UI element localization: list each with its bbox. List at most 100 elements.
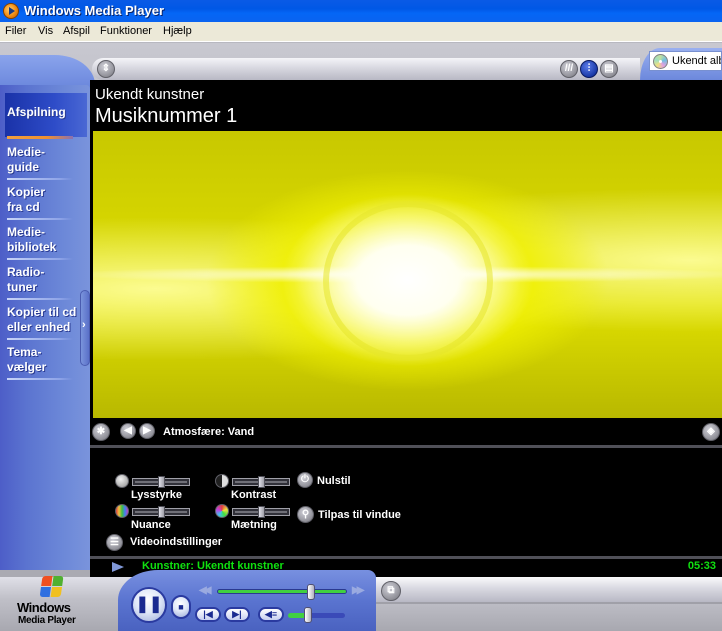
- equalizer-button[interactable]: ⫶: [580, 60, 598, 78]
- title-bar: Windows Media Player: [0, 0, 722, 22]
- window-title: Windows Media Player: [24, 3, 165, 18]
- fit-to-window-label[interactable]: Tilpas til vindue: [318, 509, 401, 521]
- windows-media-player-logo: Windows Media Player: [14, 572, 84, 630]
- reset-button[interactable]: ⏻: [297, 472, 313, 488]
- pause-button[interactable]: ❚❚: [131, 587, 167, 623]
- track-title: Musiknummer 1: [95, 105, 238, 127]
- next-visualization-button[interactable]: ▶: [139, 423, 155, 439]
- saturation-label: Mætning: [231, 519, 277, 531]
- rewind-icon[interactable]: ◀◀: [199, 585, 212, 596]
- fit-to-window-button[interactable]: ⚲: [297, 506, 314, 523]
- brightness-icon: [115, 474, 129, 488]
- taskbar-item-temavaelger[interactable]: Tema- vælger: [7, 345, 83, 375]
- menu-bar: Filer Vis Afspil Funktioner Hjælp: [0, 22, 722, 42]
- mute-button[interactable]: ◀≡: [258, 607, 284, 622]
- wmp-window: Windows Media Player Filer Vis Afspil Fu…: [0, 0, 722, 631]
- active-item-underline: [7, 136, 73, 139]
- divider: [90, 445, 722, 448]
- stop-icon: ■: [178, 602, 184, 612]
- taskbar-separator: [7, 218, 73, 220]
- contrast-label: Kontrast: [231, 489, 277, 501]
- logo-line-1: Windows: [17, 600, 71, 615]
- play-indicator-icon: [112, 562, 124, 572]
- chevron-right-icon: ›: [82, 319, 86, 331]
- previous-track-button[interactable]: |◀: [195, 607, 221, 622]
- saturation-icon: [215, 504, 229, 518]
- equalizer-icon: ⫶: [587, 63, 591, 74]
- hue-icon: [115, 504, 129, 518]
- contrast-icon: [215, 474, 229, 488]
- playlist-current: Ukendt album: [672, 55, 721, 67]
- list-icon: ☰: [110, 537, 119, 548]
- cd-icon: [653, 54, 668, 69]
- document-icon: ▤: [604, 63, 614, 74]
- previous-visualization-button[interactable]: ◀: [120, 423, 136, 439]
- windows-flag-icon: [39, 576, 64, 598]
- pause-icon: ❚❚: [135, 596, 163, 613]
- artist-name: Ukendt kunstner: [95, 86, 205, 103]
- taskbar-collapse-handle[interactable]: ›: [80, 290, 90, 366]
- fullscreen-icon: ◈: [707, 426, 715, 437]
- playlist-selector[interactable]: Ukendt album: [649, 51, 722, 71]
- compact-mode-icon: ⧉: [387, 585, 395, 596]
- taskbar-separator: [7, 338, 73, 340]
- menu-afspil[interactable]: Afspil: [63, 25, 90, 37]
- skip-forward-icon: ▶|: [232, 609, 242, 619]
- feature-taskbar: Afspilning Medie- guide Kopier fra cd Me…: [0, 85, 90, 570]
- volume-slider[interactable]: [288, 607, 345, 623]
- next-track-button[interactable]: ▶|: [224, 607, 250, 622]
- logo-line-2: Media Player: [18, 615, 76, 626]
- menu-hjaelp[interactable]: Hjælp: [163, 25, 192, 37]
- taskbar-item-mediebibliotek[interactable]: Medie- bibliotek: [7, 225, 83, 255]
- elapsed-time[interactable]: 05:33: [688, 560, 716, 572]
- stop-button[interactable]: ■: [171, 595, 191, 619]
- reset-label[interactable]: Nulstil: [317, 475, 351, 487]
- taskbar-item-radiotuner[interactable]: Radio- tuner: [7, 265, 83, 295]
- menu-vis[interactable]: Vis: [38, 25, 53, 37]
- visualization-bar: ✱ ◀ ▶ Atmosfære: Vand ◈: [90, 420, 722, 448]
- menu-filer[interactable]: Filer: [5, 25, 26, 37]
- seek-bar[interactable]: [217, 584, 347, 600]
- taskbar-item-afspilning[interactable]: Afspilning: [7, 105, 83, 120]
- saturation-slider[interactable]: [232, 506, 290, 518]
- up-down-arrows-icon: ⇕: [101, 63, 111, 74]
- visualization-display[interactable]: [93, 131, 722, 418]
- hue-slider[interactable]: [132, 506, 190, 518]
- volume-thumb[interactable]: [304, 607, 312, 623]
- wmp-app-icon[interactable]: [3, 3, 19, 19]
- seek-thumb[interactable]: [307, 584, 315, 600]
- taskbar-item-kopier-til-cd[interactable]: Kopier til cd eller enhed: [7, 305, 83, 335]
- asterisk-icon: ✱: [96, 426, 106, 437]
- bottom-rail: ⧉: [376, 577, 722, 604]
- brightness-slider-thumb[interactable]: [158, 476, 165, 488]
- taskbar-separator: [7, 298, 73, 300]
- contrast-slider[interactable]: [232, 476, 290, 488]
- magnifier-icon: ⚲: [301, 509, 310, 520]
- saturation-slider-thumb[interactable]: [258, 506, 265, 518]
- full-screen-button[interactable]: ◈: [702, 423, 720, 441]
- speaker-icon: ◀≡: [264, 609, 278, 619]
- taskbar-separator: [7, 178, 73, 180]
- taskbar-item-medieguide[interactable]: Medie- guide: [7, 145, 83, 175]
- divider: [90, 556, 722, 559]
- menu-funktioner[interactable]: Funktioner: [100, 25, 152, 37]
- select-visualization-button[interactable]: ✱: [92, 423, 110, 441]
- triangle-left-icon: ◀: [124, 425, 132, 436]
- video-settings-menu-button[interactable]: ☰: [106, 534, 123, 551]
- contrast-slider-thumb[interactable]: [258, 476, 265, 488]
- power-icon: ⏻: [301, 474, 309, 485]
- stripes-icon: ///: [564, 63, 574, 74]
- taskbar-separator: [7, 378, 73, 380]
- visualization-options-button[interactable]: ///: [560, 60, 578, 78]
- hue-slider-thumb[interactable]: [158, 506, 165, 518]
- toggle-menu-bar-button[interactable]: ⇕: [97, 60, 115, 78]
- brightness-slider[interactable]: [132, 476, 190, 488]
- playlist-toggle-button[interactable]: ▤: [600, 60, 618, 78]
- brightness-label: Lysstyrke: [131, 489, 182, 501]
- now-playing-toolbar: ⇕ /// ⫶ ▤: [92, 58, 640, 80]
- fast-forward-icon[interactable]: ▶▶: [352, 585, 365, 596]
- triangle-right-icon: ▶: [143, 425, 151, 436]
- taskbar-item-kopier-fra-cd[interactable]: Kopier fra cd: [7, 185, 83, 215]
- video-settings-label[interactable]: Videoindstillinger: [130, 536, 222, 548]
- compact-mode-button[interactable]: ⧉: [381, 581, 401, 601]
